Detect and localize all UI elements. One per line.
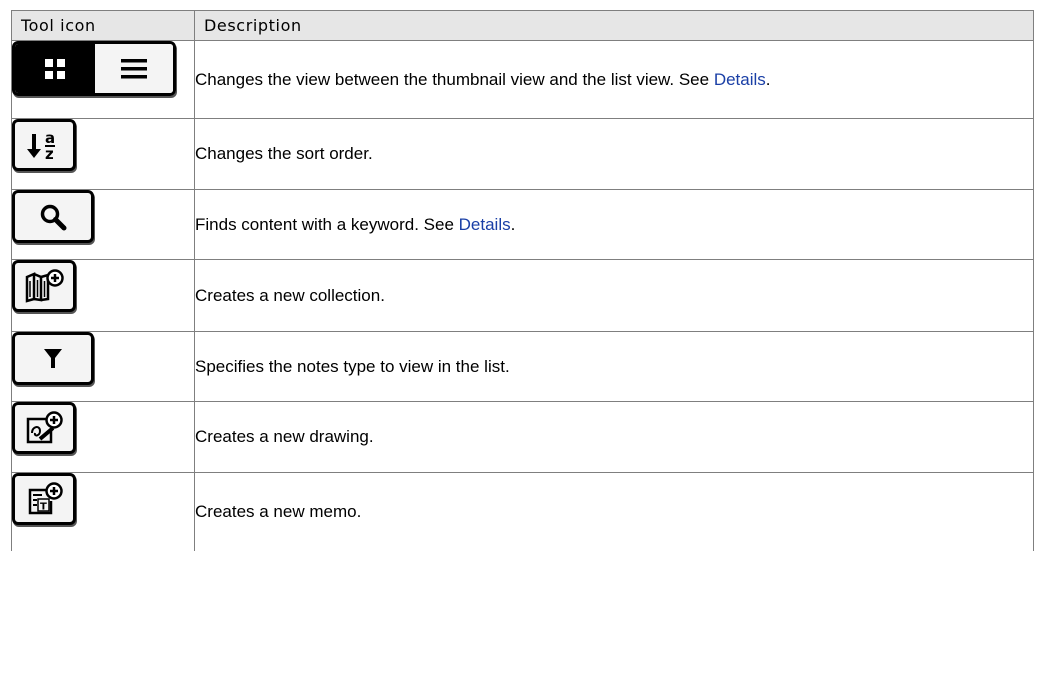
row-description: Changes the sort order.	[194, 118, 1034, 190]
sort-order-icon: a z	[12, 119, 76, 171]
row-description: Changes the view between the thumbnail v…	[194, 40, 1034, 119]
table-row: Specifies the notes type to view in the …	[11, 331, 1034, 402]
row-description: Creates a new memo.	[194, 472, 1034, 551]
row-description: Creates a new drawing.	[194, 401, 1034, 473]
new-drawing-icon	[12, 402, 76, 454]
filter-icon	[12, 332, 94, 385]
tool-icon-table: Tool icon Description Changes the view b…	[11, 10, 1034, 551]
table-row: a z Changes the sort order.	[11, 118, 1034, 190]
thumbnail-view-icon	[15, 44, 95, 93]
details-link[interactable]: Details	[459, 215, 511, 234]
details-link[interactable]: Details	[714, 70, 766, 89]
column-header-tool-icon: Tool icon	[11, 10, 195, 41]
search-icon	[12, 190, 94, 243]
table-row: T Creates a new memo.	[11, 472, 1034, 551]
row-description: Finds content with a keyword. See Detail…	[194, 189, 1034, 260]
svg-text:T: T	[40, 502, 47, 513]
svg-text:z: z	[45, 145, 54, 162]
row-description: Specifies the notes type to view in the …	[194, 331, 1034, 402]
new-collection-icon	[12, 260, 76, 312]
row-description: Creates a new collection.	[194, 259, 1034, 332]
list-view-icon	[95, 44, 173, 93]
table-row: Creates a new collection.	[11, 259, 1034, 332]
table-header-row: Tool icon Description	[11, 10, 1034, 41]
view-toggle-icon	[12, 41, 176, 96]
column-header-description: Description	[194, 10, 1034, 41]
table-row: Finds content with a keyword. See Detail…	[11, 189, 1034, 260]
table-row: Changes the view between the thumbnail v…	[11, 40, 1034, 119]
new-memo-icon: T	[12, 473, 76, 525]
table-row: Creates a new drawing.	[11, 401, 1034, 473]
